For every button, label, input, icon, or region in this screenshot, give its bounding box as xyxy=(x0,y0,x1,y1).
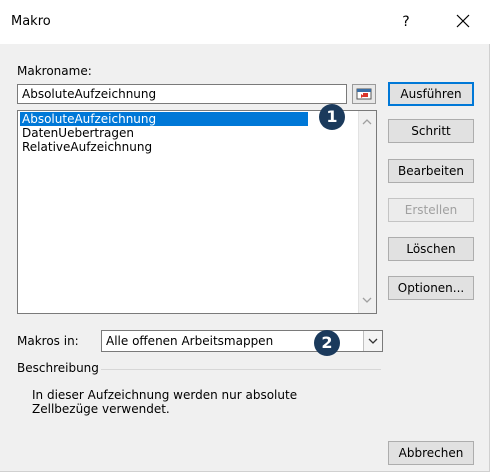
macros-in-label: Makros in: xyxy=(17,334,79,348)
help-button[interactable]: ? xyxy=(396,14,416,30)
macro-name-label-text: Makroname: xyxy=(17,64,92,78)
step-button[interactable]: Schritt xyxy=(388,119,474,143)
macro-list[interactable]: AbsoluteAufzeichnung DatenUebertragen Re… xyxy=(17,110,377,314)
macro-dialog: Makro ? Makroname: AbsoluteAufzeichnung … xyxy=(0,0,490,472)
close-icon xyxy=(456,14,470,28)
cell-reference-button[interactable] xyxy=(352,84,376,104)
chevron-down-icon xyxy=(368,338,378,344)
macro-list-item[interactable]: AbsoluteAufzeichnung xyxy=(20,112,308,126)
create-button[interactable]: Erstellen xyxy=(388,198,474,222)
dropdown-button[interactable] xyxy=(363,331,382,351)
macro-list-item[interactable]: DatenUebertragen xyxy=(20,126,134,140)
macro-name-label: Makroname: xyxy=(17,64,92,78)
description-text: In dieser Aufzeichnung werden nur absolu… xyxy=(32,388,362,416)
description-label: Beschreibung xyxy=(17,361,99,375)
list-scrollbar[interactable] xyxy=(358,111,376,313)
scroll-down-icon[interactable] xyxy=(361,295,373,305)
description-divider xyxy=(101,369,381,370)
close-button[interactable] xyxy=(452,10,474,32)
delete-button[interactable]: Löschen xyxy=(388,237,474,261)
collapse-dialog-icon xyxy=(356,88,372,100)
run-button[interactable]: Ausführen xyxy=(388,82,474,106)
macro-list-item[interactable]: RelativeAufzeichnung xyxy=(20,140,152,154)
cancel-button[interactable]: Abbrechen xyxy=(388,441,474,465)
description-line-1: In dieser Aufzeichnung werden nur absolu… xyxy=(32,388,298,402)
macros-in-value: Alle offenen Arbeitsmappen xyxy=(106,334,274,348)
scroll-up-icon[interactable] xyxy=(361,117,373,127)
title-bar: Makro ? xyxy=(0,0,490,44)
callout-badge-2: 2 xyxy=(314,330,340,356)
options-button[interactable]: Optionen... xyxy=(388,276,474,300)
macros-in-select[interactable]: Alle offenen Arbeitsmappen xyxy=(101,330,383,352)
edit-button[interactable]: Bearbeiten xyxy=(388,159,474,183)
window-title: Makro xyxy=(11,14,51,29)
callout-badge-1: 1 xyxy=(319,104,345,130)
macro-name-input[interactable]: AbsoluteAufzeichnung xyxy=(17,84,347,104)
description-line-2: Zellbezüge verwendet. xyxy=(32,402,170,416)
